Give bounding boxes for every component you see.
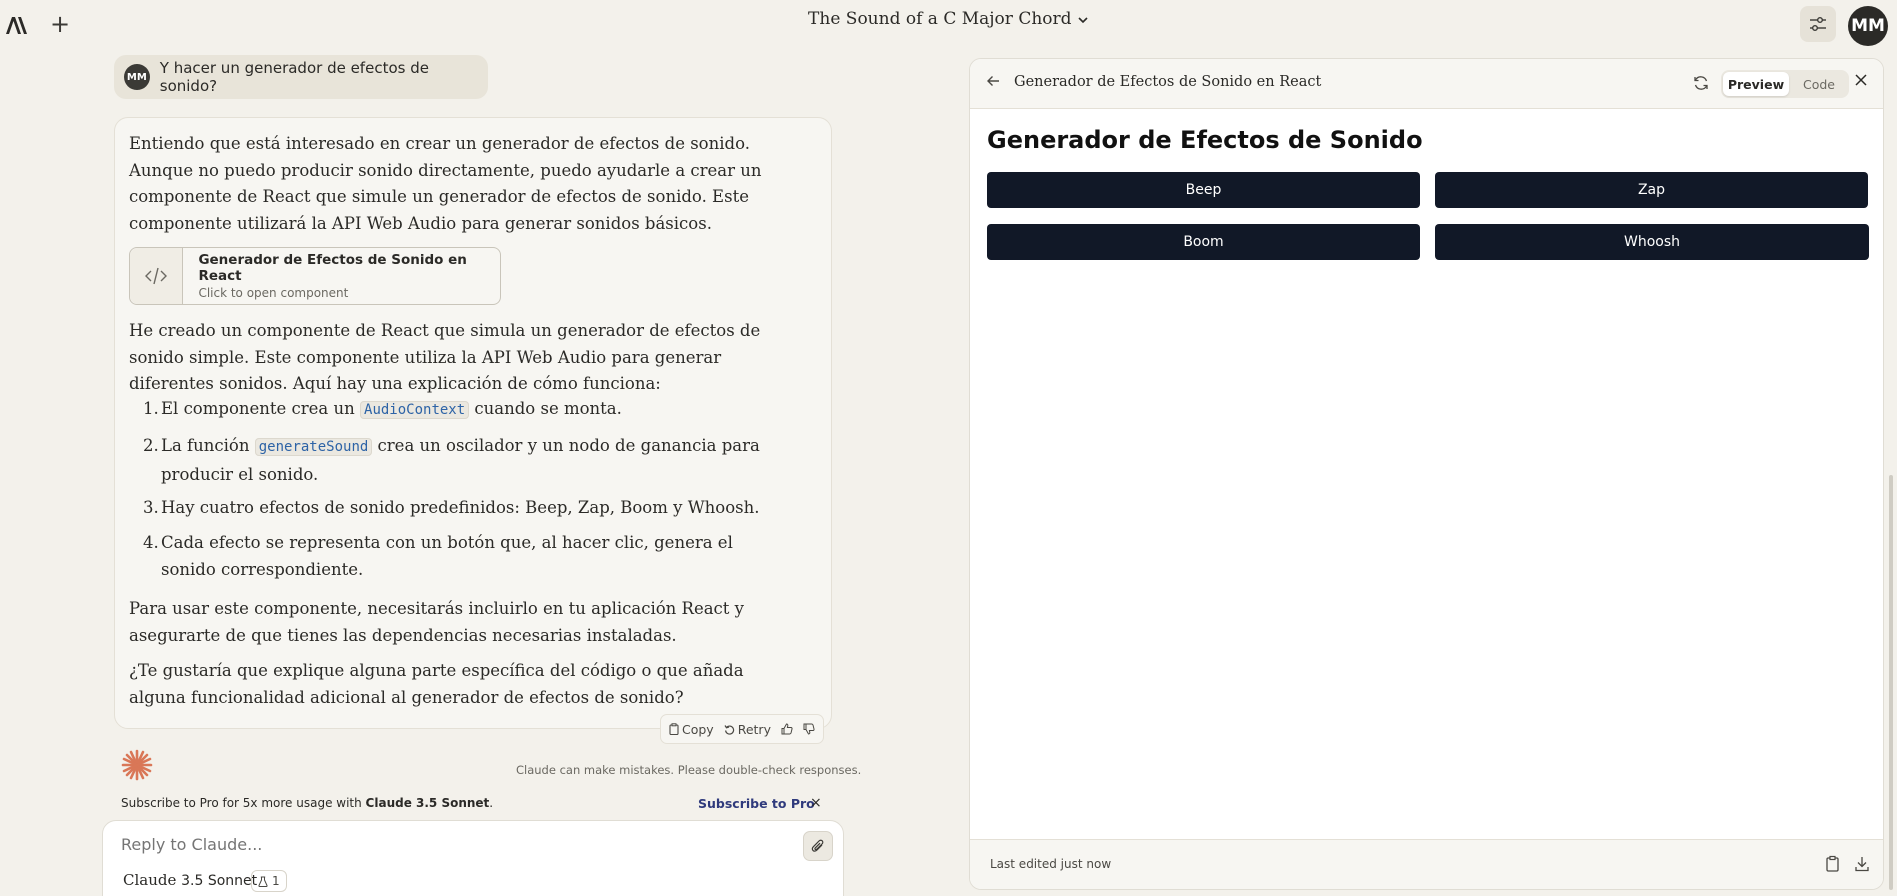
reply-composer: Claude 3.5 Sonnet 1 (102, 820, 844, 896)
paperclip-icon (811, 839, 824, 852)
download-icon[interactable] (1854, 855, 1870, 873)
user-message-avatar: MM (124, 64, 150, 90)
subscribe-model: Claude 3.5 Sonnet (365, 796, 490, 810)
copy-label: Copy (682, 721, 714, 737)
copy-button[interactable]: Copy (669, 722, 714, 737)
refresh-icon[interactable] (1692, 74, 1710, 92)
assistant-explanation-paragraph: He creado un componente de React que sim… (129, 321, 761, 393)
assistant-message: Entiendo que está interesado en crear un… (114, 117, 832, 729)
artifact-card[interactable]: Generador de Efectos de Sonido en React … (129, 247, 501, 305)
inline-code: generateSound (254, 438, 373, 456)
subscribe-text: Subscribe to Pro for 5x more usage with (121, 796, 366, 810)
beep-button[interactable]: Beep (987, 172, 1420, 208)
subscribe-close-icon[interactable]: × (810, 795, 822, 811)
artifact-preview: Generador de Efectos de Sonido Beep Zap … (970, 110, 1883, 840)
model-version: 3.5 Sonnet (181, 873, 258, 889)
artifact-panel-footer: Last edited just now (970, 839, 1883, 889)
reply-input[interactable] (121, 835, 721, 854)
preview-code-toggle: Preview Code (1721, 70, 1849, 98)
subscribe-suffix: . (489, 796, 494, 810)
last-edited-text: Last edited just now (990, 857, 1112, 871)
user-message: MM Y hacer un generador de efectos de so… (114, 55, 488, 99)
thumbs-up-icon[interactable] (781, 723, 793, 735)
list-item: 2. La función generateSound crea un osci… (129, 432, 789, 488)
close-panel-icon[interactable] (1854, 70, 1868, 92)
code-icon (130, 248, 184, 304)
chat-title-dropdown[interactable]: The Sound of a C Major Chord (808, 9, 1089, 29)
list-item-number: 2. (143, 436, 159, 455)
claude-spark-icon (120, 748, 154, 782)
artifact-card-title: Generador de Efectos de Sonido en React (198, 252, 467, 284)
list-item: 4. Cada efecto se representa con un botó… (129, 529, 739, 583)
artifact-panel-title: Generador de Efectos de Sonido en React (1014, 74, 1322, 90)
tab-code[interactable]: Code (1793, 72, 1845, 96)
list-item-text: Cada efecto se representa con un botón q… (161, 533, 733, 579)
artifact-panel-header: Generador de Efectos de Sonido en React … (970, 59, 1883, 109)
copy-artifact-icon[interactable] (1825, 855, 1841, 873)
list-item-text: Hay cuatro efectos de sonido predefinido… (161, 498, 760, 517)
preview-heading: Generador de Efectos de Sonido (987, 126, 1423, 154)
inline-code: AudioContext (360, 401, 470, 419)
user-message-text: Y hacer un generador de efectos de sonid… (159, 59, 429, 95)
message-actions: Copy Retry (660, 714, 824, 744)
artifact-card-subtitle: Click to open component (198, 286, 349, 300)
chevron-down-icon (1078, 16, 1088, 23)
artifact-panel: Generador de Efectos de Sonido en React … (969, 58, 1884, 890)
settings-sliders-button[interactable] (1800, 6, 1836, 42)
list-item: 1. El componente crea un AudioContext cu… (129, 395, 809, 424)
model-brand: Claude (123, 871, 177, 889)
tab-preview[interactable]: Preview (1723, 72, 1789, 96)
assistant-usage-paragraph: Para usar este componente, necesitarás i… (129, 599, 744, 645)
anthropic-logo-icon[interactable] (4, 14, 30, 36)
clipboard-icon (669, 723, 679, 735)
list-item-number: 3. (143, 498, 159, 517)
list-item-number: 4. (143, 533, 159, 552)
new-chat-plus-icon[interactable]: + (50, 12, 70, 36)
thumbs-down-icon[interactable] (803, 723, 815, 735)
retry-button[interactable]: Retry (724, 722, 771, 737)
attach-button[interactable] (803, 831, 833, 861)
user-avatar-menu[interactable]: MM (1848, 6, 1888, 46)
subscribe-to-pro-link[interactable]: Subscribe to Pro (698, 796, 815, 811)
styles-badge[interactable]: 1 (251, 870, 287, 892)
retry-icon (724, 724, 734, 735)
zap-button[interactable]: Zap (1435, 172, 1868, 208)
sliders-icon (1810, 17, 1826, 31)
styles-badge-count: 1 (272, 874, 280, 888)
chat-title: The Sound of a C Major Chord (0, 9, 1897, 29)
boom-button[interactable]: Boom (987, 224, 1420, 260)
model-selector[interactable]: Claude 3.5 Sonnet (123, 871, 257, 889)
flask-icon (258, 876, 268, 887)
list-item: 3. Hay cuatro efectos de sonido predefin… (129, 494, 809, 521)
assistant-intro-paragraph: Entiendo que está interesado en crear un… (129, 134, 762, 233)
retry-label: Retry (737, 721, 771, 737)
list-item-number: 1. (143, 399, 159, 418)
chat-title-text: The Sound of a C Major Chord (808, 9, 1072, 29)
page-scrollbar[interactable] (1889, 475, 1893, 890)
list-item-text: La función (161, 436, 255, 455)
list-item-text: El componente crea un (161, 399, 361, 418)
list-item-text: cuando se monta. (469, 399, 622, 418)
back-arrow-icon[interactable] (986, 73, 1000, 92)
assistant-question-paragraph: ¿Te gustaría que explique alguna parte e… (129, 661, 744, 707)
whoosh-button[interactable]: Whoosh (1435, 224, 1869, 260)
disclaimer-text: Claude can make mistakes. Please double-… (516, 763, 862, 777)
